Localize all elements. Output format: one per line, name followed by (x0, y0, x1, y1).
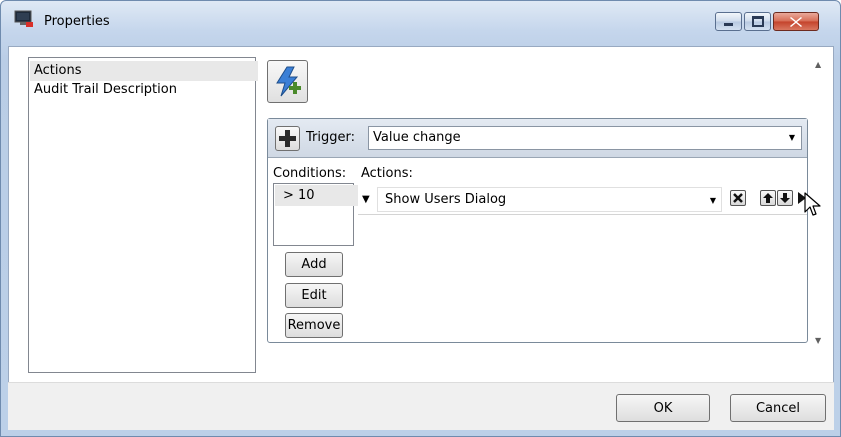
category-item-label: Actions (34, 63, 82, 78)
edit-condition-button[interactable]: Edit (285, 283, 343, 308)
window-title: Properties (44, 14, 110, 29)
chevron-down-icon: ▼ (788, 133, 795, 142)
move-action-up-button[interactable] (760, 190, 776, 206)
arrow-down-icon (780, 193, 790, 203)
arrow-up-icon (763, 193, 773, 203)
condition-item[interactable]: > 10 (275, 185, 360, 206)
expand-arrow-icon[interactable]: ▼ (362, 194, 370, 205)
remove-condition-button[interactable]: Remove (285, 313, 343, 338)
trigger-label: Trigger: (306, 130, 355, 145)
actions-label: Actions: (361, 166, 413, 181)
category-item-actions[interactable]: Actions (30, 61, 258, 81)
minimize-button[interactable] (715, 12, 742, 31)
lightning-plus-icon (275, 66, 301, 96)
plus-icon (279, 130, 296, 147)
close-icon (790, 16, 802, 27)
dialog-footer (8, 382, 834, 430)
trigger-select-value: Value change (373, 130, 461, 145)
x-icon (733, 193, 743, 203)
close-button[interactable] (773, 12, 819, 31)
maximize-icon (751, 16, 764, 27)
app-monitor-icon (14, 10, 34, 28)
category-item-audit-trail-description[interactable]: Audit Trail Description (30, 80, 258, 100)
add-trigger-button[interactable] (267, 60, 308, 103)
ok-button[interactable]: OK (616, 394, 710, 422)
add-condition-button[interactable]: Add (285, 252, 343, 277)
mouse-pointer-icon (804, 192, 822, 222)
add-action-button[interactable] (275, 126, 300, 151)
trigger-select[interactable]: Value change ▼ (368, 126, 802, 150)
scroll-down-icon[interactable]: ▼ (815, 336, 821, 345)
move-action-down-button[interactable] (777, 190, 793, 206)
action-select-value: Show Users Dialog (385, 192, 507, 207)
category-list[interactable]: Actions Audit Trail Description (28, 57, 258, 373)
conditions-label: Conditions: (273, 166, 347, 181)
delete-action-button[interactable] (730, 190, 746, 206)
chevron-down-icon: ▼ (709, 196, 716, 205)
action-select[interactable]: Show Users Dialog ▼ (377, 187, 722, 212)
conditions-list[interactable]: > 10 (273, 183, 360, 246)
minimize-icon (724, 23, 733, 26)
cancel-button[interactable]: Cancel (730, 394, 826, 422)
scroll-up-icon[interactable]: ▲ (815, 60, 821, 69)
maximize-button[interactable] (744, 12, 771, 31)
category-item-label: Audit Trail Description (34, 82, 177, 97)
